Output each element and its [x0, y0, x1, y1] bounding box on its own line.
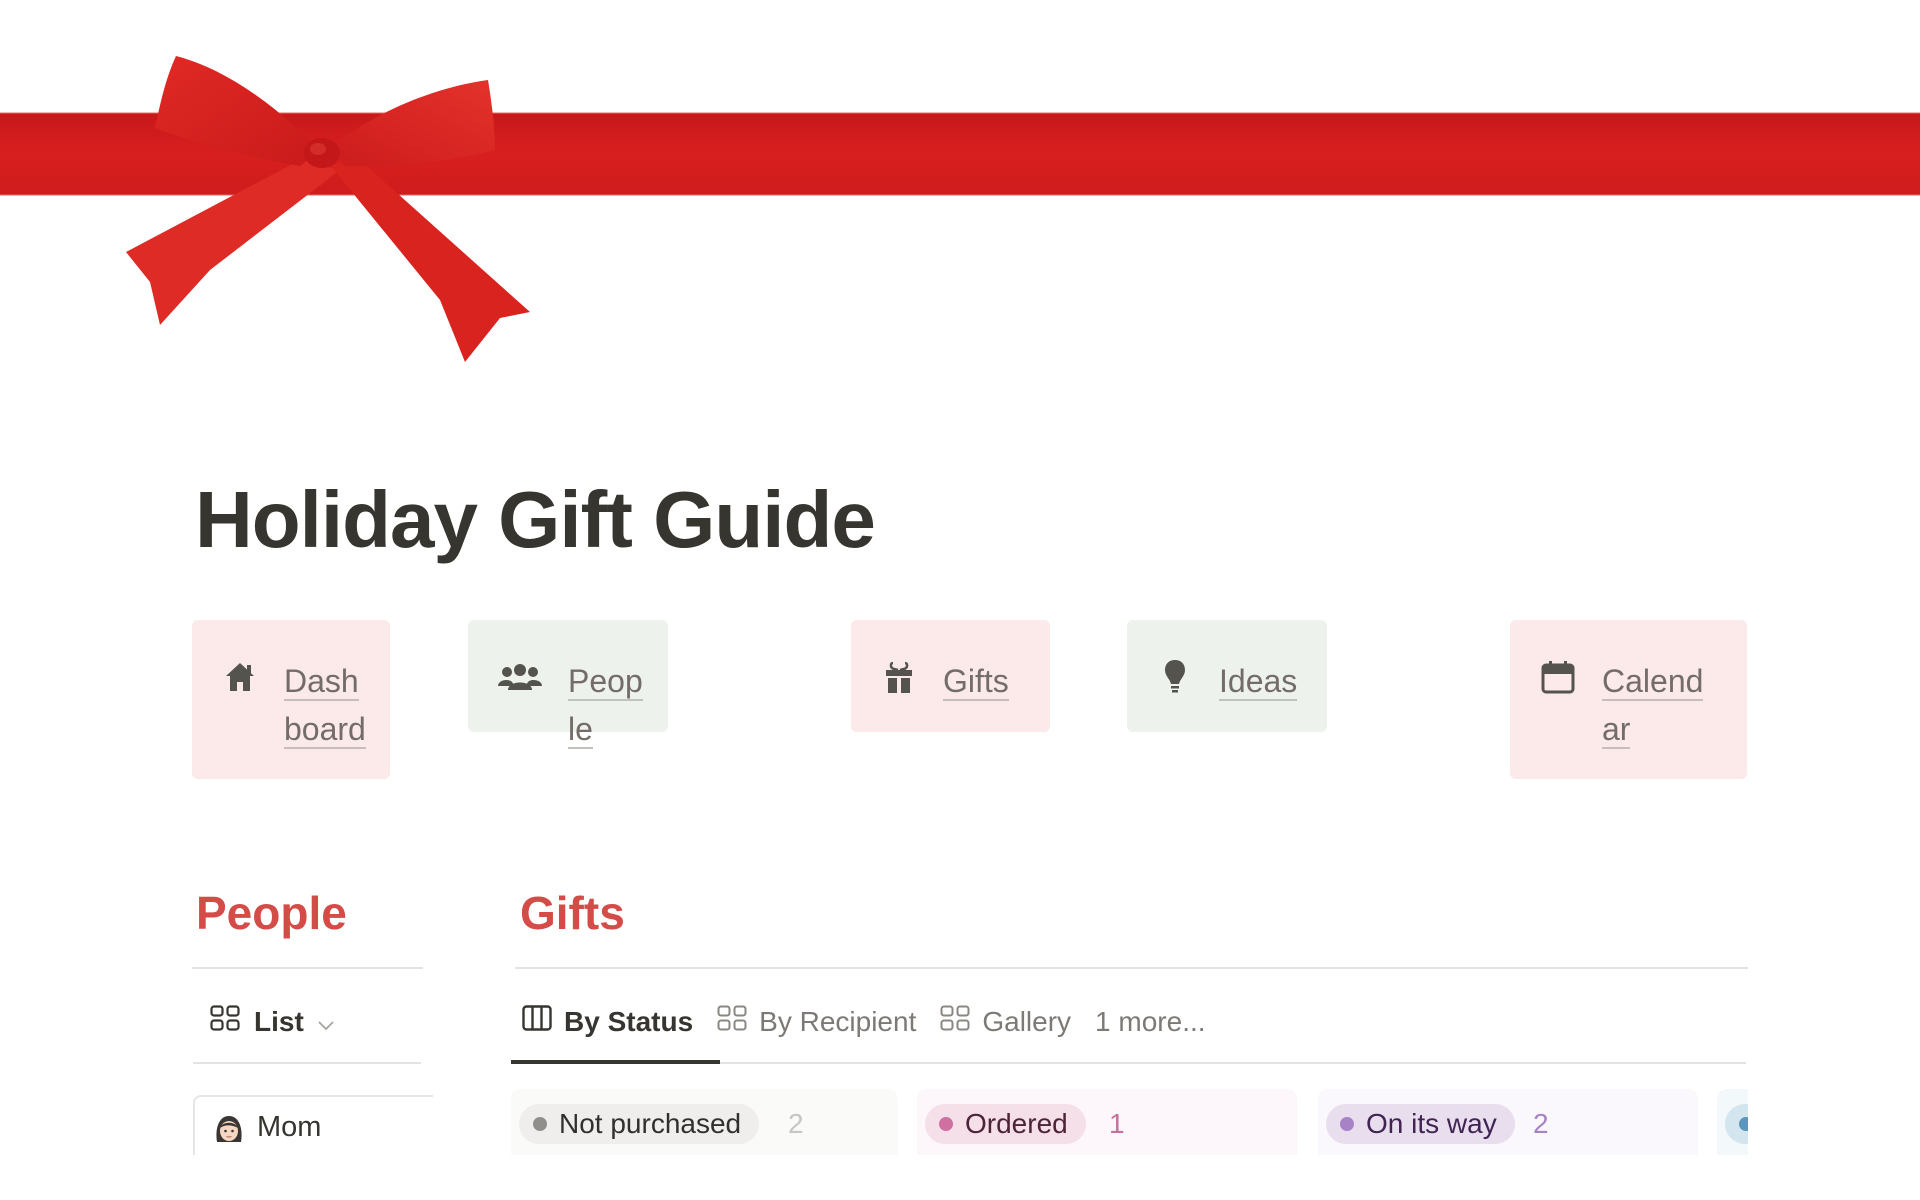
status-pill[interactable]: Ordered — [925, 1104, 1086, 1144]
woman-emoji-icon — [216, 1115, 242, 1142]
column-count: 2 — [1533, 1108, 1549, 1139]
nav-card-label[interactable]: Gifts — [943, 663, 1009, 701]
nav-card-label[interactable]: Calendar — [1602, 663, 1704, 749]
gifts-view-tabs: By Status By Recipient Gallery 1 more... — [522, 1005, 1230, 1038]
calendar-icon — [1540, 659, 1576, 695]
nav-card-dashboard[interactable]: Dashboard — [192, 620, 390, 779]
gifts-heading: Gifts — [520, 887, 625, 939]
gifts-tabs-divider — [720, 1062, 1746, 1064]
person-name: Mom — [257, 1111, 322, 1143]
cover-image — [0, 0, 1920, 400]
status-label: Ordered — [965, 1108, 1068, 1139]
status-pill[interactable] — [1725, 1104, 1748, 1144]
people-icon — [498, 659, 542, 695]
lightbulb-icon — [1157, 659, 1193, 695]
tab-label: Gallery — [982, 1005, 1072, 1037]
nav-card-ideas[interactable]: Ideas — [1127, 620, 1327, 732]
gallery-grid-icon — [210, 1005, 240, 1038]
status-dot — [939, 1117, 953, 1131]
gallery-grid-icon — [717, 1005, 747, 1038]
board-column-on-its-way: On its way 2 — [1318, 1089, 1698, 1155]
page-title: Holiday Gift Guide — [195, 475, 876, 564]
status-pill[interactable]: Not purchased — [519, 1104, 760, 1144]
board-column-ordered: Ordered 1 — [917, 1089, 1297, 1155]
status-dot — [1340, 1117, 1354, 1131]
people-view-divider — [193, 1062, 421, 1064]
tab-more[interactable]: 1 more... — [1095, 1006, 1205, 1038]
tab-by-status[interactable]: By Status — [522, 1005, 693, 1038]
home-icon — [222, 659, 258, 695]
status-label: On its way — [1366, 1108, 1497, 1139]
nav-card-label[interactable]: Dashboard — [284, 663, 366, 749]
ribbon-bow-illustration — [0, 56, 1920, 362]
people-view-label: List — [254, 1005, 304, 1037]
chevron-down-icon — [318, 1006, 334, 1038]
board-column-partial — [1717, 1089, 1748, 1155]
column-count: 2 — [788, 1108, 804, 1139]
nav-card-gifts[interactable]: Gifts — [851, 620, 1050, 732]
page-bottom-area — [0, 1155, 1920, 1200]
nav-card-people[interactable]: People — [468, 620, 668, 749]
tab-by-recipient[interactable]: By Recipient — [717, 1005, 916, 1038]
status-label: Not purchased — [559, 1108, 742, 1139]
active-tab-indicator — [511, 1060, 720, 1064]
tab-label: By Recipient — [759, 1005, 917, 1037]
people-view-selector[interactable]: List — [210, 1005, 334, 1038]
board-column-not-purchased: Not purchased 2 — [511, 1089, 898, 1155]
people-heading-divider — [192, 967, 423, 969]
nav-card-label[interactable]: People — [568, 663, 643, 749]
people-heading: People — [196, 887, 347, 939]
gifts-heading-divider — [515, 967, 1748, 969]
status-dot — [1739, 1117, 1748, 1131]
gifts-board: Not purchased 2 Ordered 1 On its way 2 — [511, 1085, 1748, 1155]
status-pill[interactable]: On its way — [1326, 1104, 1515, 1144]
gift-icon — [881, 659, 917, 695]
nav-card-calendar[interactable]: Calendar — [1510, 620, 1747, 779]
board-columns-icon — [522, 1005, 552, 1038]
status-dot — [533, 1117, 547, 1131]
tab-label: 1 more... — [1095, 1005, 1206, 1037]
tab-label: By Status — [564, 1005, 694, 1037]
gallery-grid-icon — [940, 1005, 970, 1038]
column-count: 1 — [1109, 1108, 1125, 1139]
tab-gallery[interactable]: Gallery — [940, 1005, 1071, 1038]
nav-card-label[interactable]: Ideas — [1219, 663, 1298, 701]
